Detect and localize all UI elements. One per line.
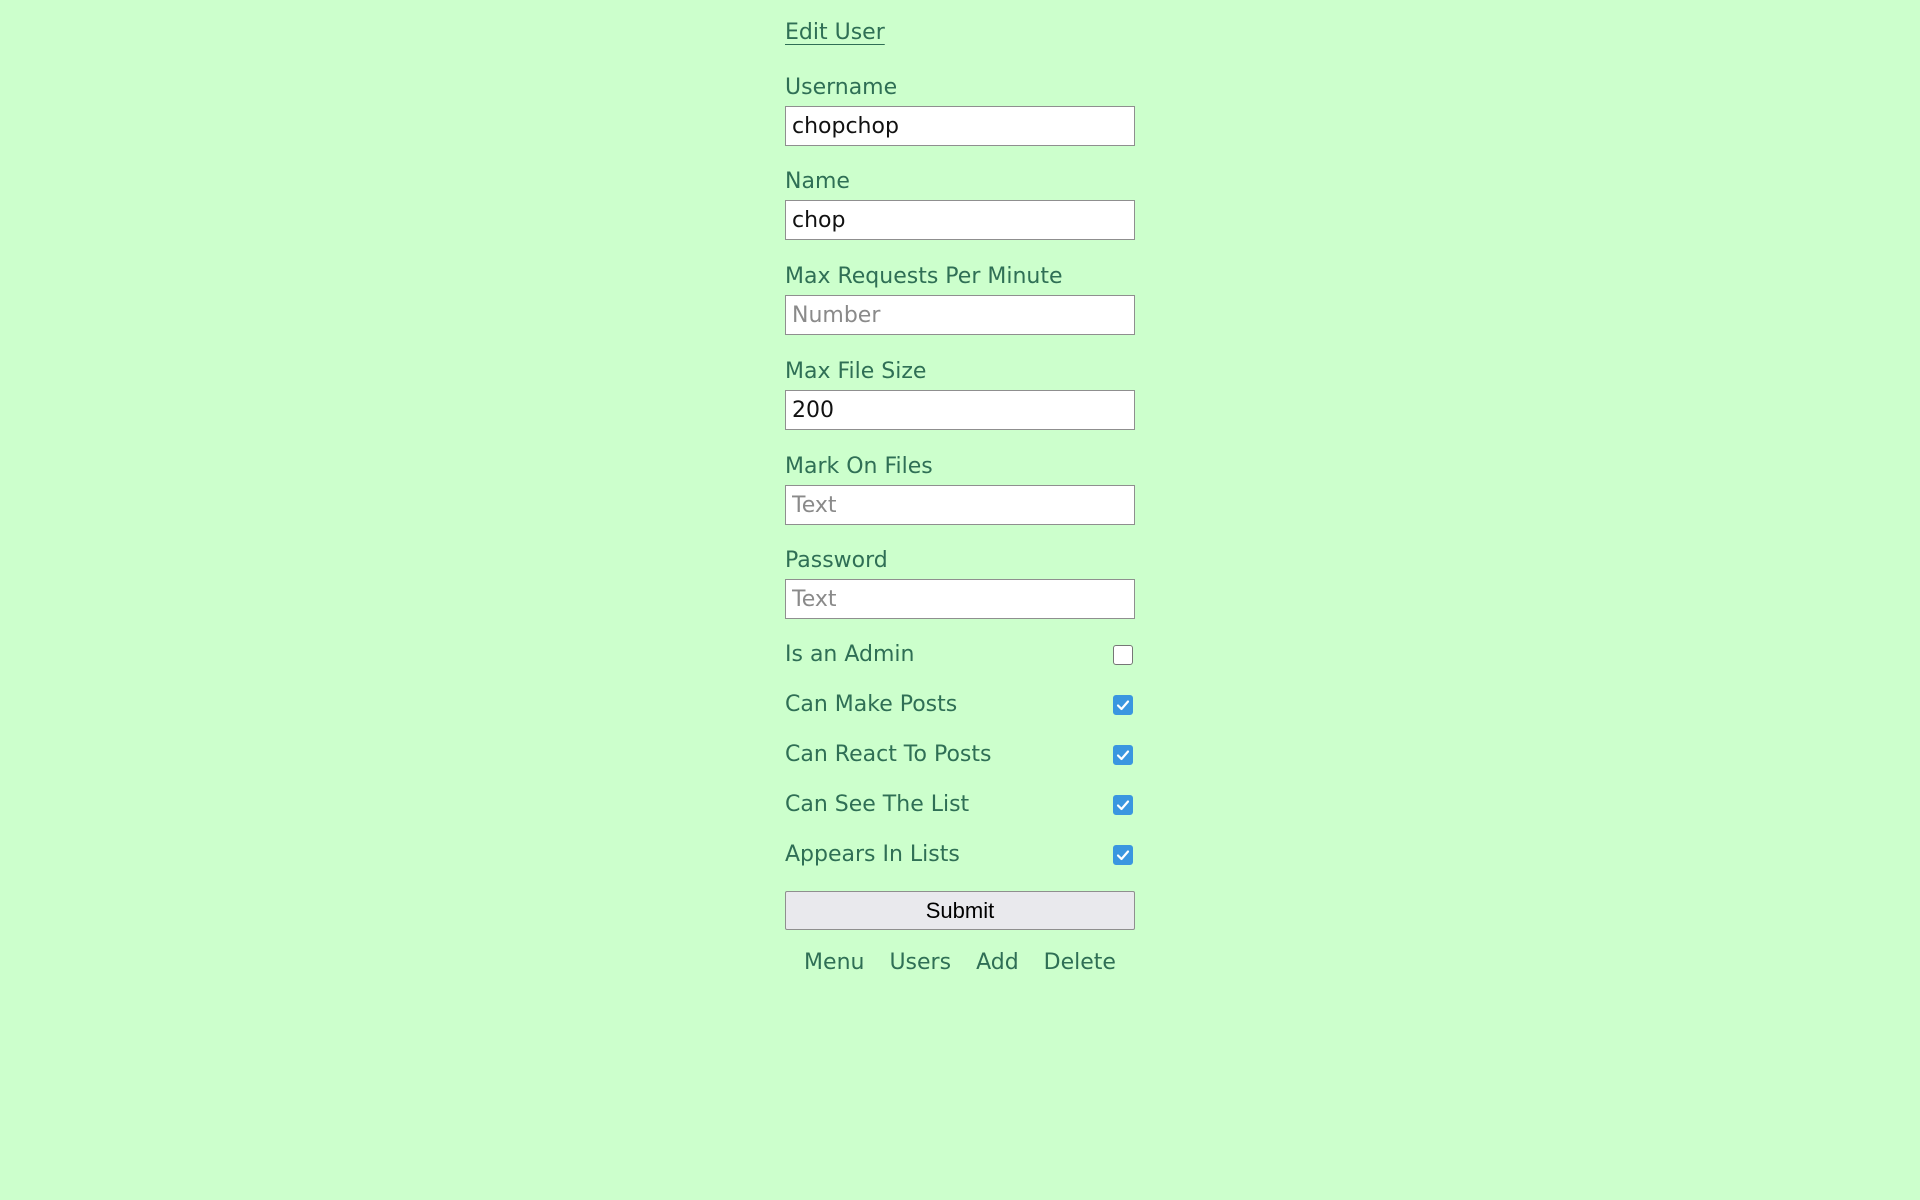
can-make-posts-row: Can Make Posts	[785, 688, 1135, 722]
password-input[interactable]	[785, 579, 1135, 619]
checkmark-icon	[1116, 750, 1130, 761]
nav-link-add[interactable]: Add	[976, 950, 1019, 975]
username-label: Username	[785, 75, 898, 100]
can-react-checkbox[interactable]	[1113, 745, 1133, 765]
is-admin-label: Is an Admin	[785, 642, 915, 667]
name-field-group: Name	[785, 166, 1135, 240]
page-title[interactable]: Edit User	[785, 20, 885, 45]
mark-on-files-field-group: Mark On Files	[785, 451, 1135, 525]
name-input[interactable]	[785, 200, 1135, 240]
username-field-group: Username	[785, 72, 1135, 146]
can-see-list-label: Can See The List	[785, 792, 970, 817]
can-react-row: Can React To Posts	[785, 738, 1135, 772]
is-admin-row: Is an Admin	[785, 638, 1135, 672]
username-input[interactable]	[785, 106, 1135, 146]
can-react-label: Can React To Posts	[785, 742, 992, 767]
password-field-group: Password	[785, 545, 1135, 619]
mark-on-files-label: Mark On Files	[785, 454, 933, 479]
name-label: Name	[785, 169, 850, 194]
can-see-list-checkbox[interactable]	[1113, 795, 1133, 815]
nav-link-delete[interactable]: Delete	[1044, 950, 1116, 975]
mark-on-files-input[interactable]	[785, 485, 1135, 525]
checkmark-icon	[1116, 850, 1130, 861]
checkmark-icon	[1116, 700, 1130, 711]
submit-button[interactable]: Submit	[785, 891, 1135, 930]
can-make-posts-checkbox[interactable]	[1113, 695, 1133, 715]
nav-link-users[interactable]: Users	[889, 950, 951, 975]
nav-link-menu[interactable]: Menu	[804, 950, 864, 975]
max-file-size-field-group: Max File Size	[785, 356, 1135, 430]
checkmark-icon	[1116, 800, 1130, 811]
is-admin-checkbox[interactable]	[1113, 645, 1133, 665]
appears-in-lists-label: Appears In Lists	[785, 842, 960, 867]
can-see-list-row: Can See The List	[785, 788, 1135, 822]
max-file-size-input[interactable]	[785, 390, 1135, 430]
password-label: Password	[785, 548, 888, 573]
can-make-posts-label: Can Make Posts	[785, 692, 958, 717]
max-requests-input[interactable]	[785, 295, 1135, 335]
bottom-nav: Menu Users Add Delete	[785, 950, 1135, 975]
appears-in-lists-checkbox[interactable]	[1113, 845, 1133, 865]
appears-in-lists-row: Appears In Lists	[785, 838, 1135, 872]
max-file-size-label: Max File Size	[785, 359, 927, 384]
max-requests-label: Max Requests Per Minute	[785, 264, 1063, 289]
max-requests-field-group: Max Requests Per Minute	[785, 261, 1135, 335]
